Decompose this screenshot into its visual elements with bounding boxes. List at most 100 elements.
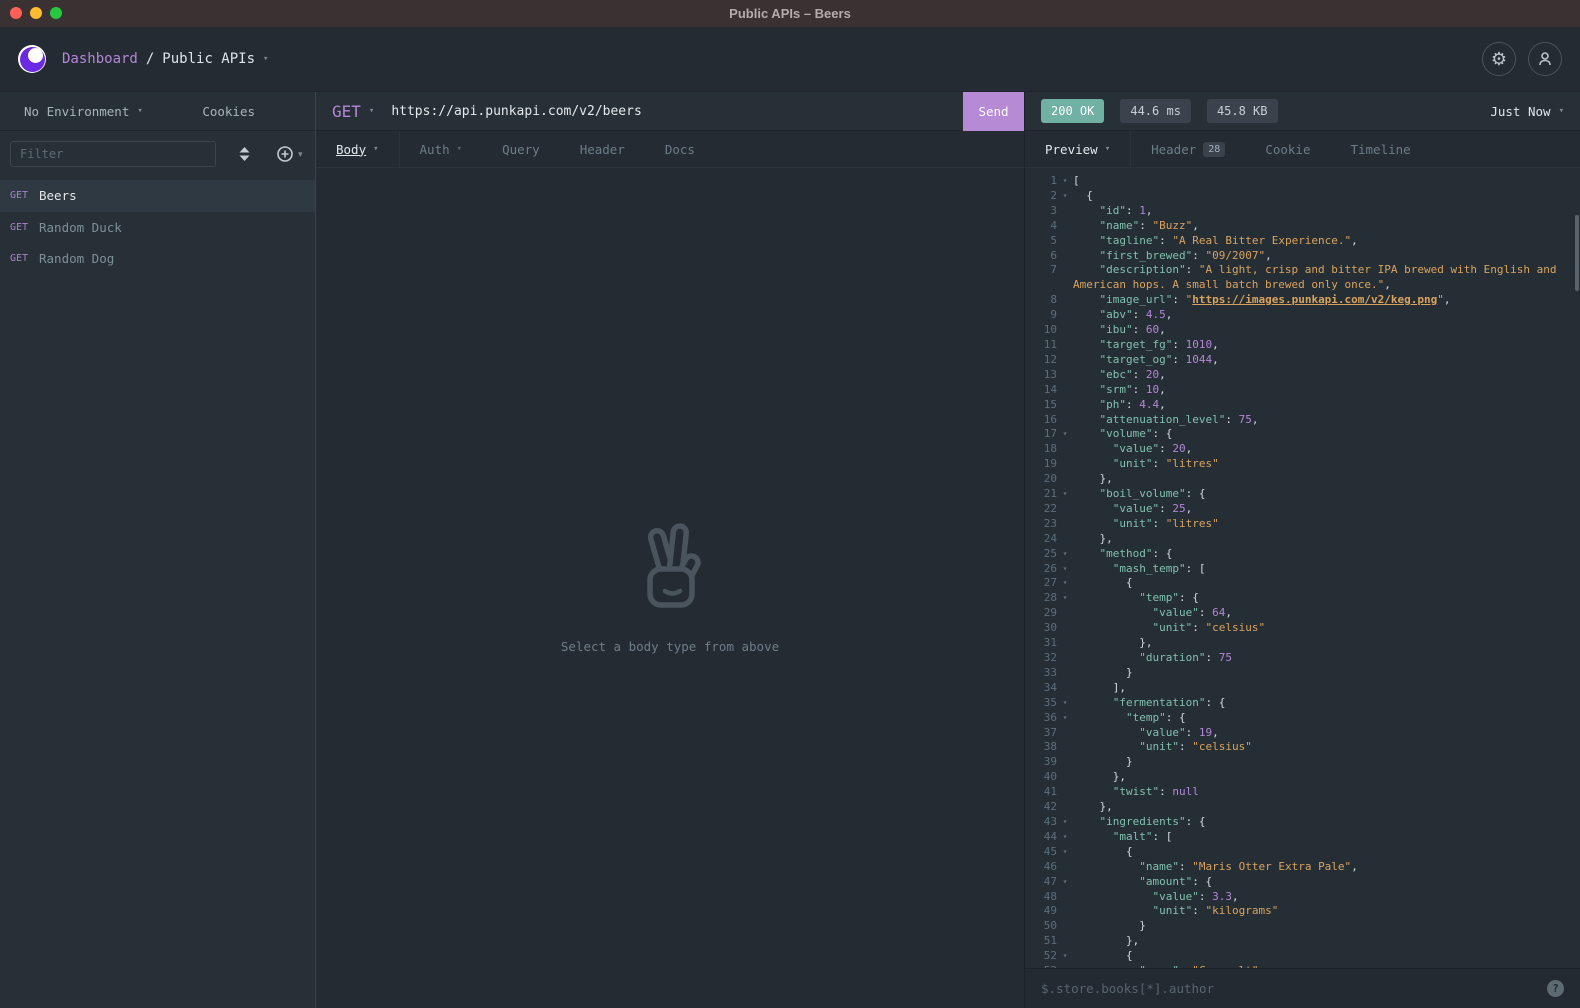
breadcrumb-workspace[interactable]: Public APIs <box>162 51 255 67</box>
add-request-button[interactable]: ▾ <box>277 146 303 162</box>
fold-spacer <box>1057 413 1073 428</box>
request-method-label: GET <box>10 190 39 201</box>
fold-toggle-icon[interactable]: ▾ <box>1057 562 1073 577</box>
tab-body[interactable]: Body▾ <box>316 131 400 167</box>
response-time-label: Just Now <box>1490 104 1550 119</box>
line-number: 46 <box>1025 860 1057 875</box>
json-token: , <box>1384 278 1391 291</box>
request-list-item[interactable]: GETBeers <box>0 180 315 212</box>
close-button[interactable] <box>10 7 22 19</box>
json-token: : { <box>1186 487 1206 500</box>
response-tab-preview[interactable]: Preview▾ <box>1025 131 1131 167</box>
code-line: 34 ], <box>1025 681 1580 696</box>
send-button[interactable]: Send <box>963 92 1024 131</box>
sidebar-filter-input[interactable] <box>10 141 216 167</box>
tab-auth[interactable]: Auth▾ <box>400 131 483 167</box>
line-number: 21 <box>1025 487 1057 502</box>
fold-toggle-icon[interactable]: ▾ <box>1057 815 1073 830</box>
json-token: "attenuation_level" <box>1100 413 1226 426</box>
json-token: : <box>1159 785 1172 798</box>
sort-button[interactable] <box>239 147 250 161</box>
zoom-button[interactable] <box>50 7 62 19</box>
gear-icon: ⚙ <box>1491 49 1507 70</box>
scrollbar-thumb[interactable] <box>1575 215 1579 291</box>
code-line: 13 "ebc": 20, <box>1025 368 1580 383</box>
fold-toggle-icon[interactable]: ▾ <box>1057 576 1073 591</box>
fold-spacer <box>1057 860 1073 875</box>
code-line: 9 "abv": 4.5, <box>1025 308 1580 323</box>
json-token: } <box>1126 666 1133 679</box>
request-list-item[interactable]: GETRandom Dog <box>0 243 315 275</box>
json-token: { <box>1126 845 1133 858</box>
fold-spacer <box>1057 770 1073 785</box>
json-token: , <box>1232 890 1239 903</box>
fold-toggle-icon[interactable]: ▾ <box>1057 189 1073 204</box>
breadcrumb-dashboard-link[interactable]: Dashboard <box>62 51 138 67</box>
json-token: "value" <box>1139 726 1185 739</box>
chevron-down-icon[interactable]: ▾ <box>263 54 268 64</box>
json-token: , <box>1159 323 1166 336</box>
account-button[interactable] <box>1528 42 1562 76</box>
fold-spacer <box>1057 606 1073 621</box>
json-token: : { <box>1186 815 1206 828</box>
code-line: 11 "target_fg": 1010, <box>1025 338 1580 353</box>
line-number: 29 <box>1025 606 1057 621</box>
tab-docs[interactable]: Docs <box>645 131 715 167</box>
json-token: , <box>1351 860 1358 873</box>
app-header: Dashboard / Public APIs ▾ ⚙ <box>0 27 1580 92</box>
fold-toggle-icon[interactable]: ▾ <box>1057 487 1073 502</box>
json-token: "unit" <box>1152 621 1192 634</box>
help-icon[interactable]: ? <box>1547 980 1564 997</box>
tab-query[interactable]: Query <box>482 131 560 167</box>
fold-toggle-icon[interactable]: ▾ <box>1057 845 1073 860</box>
response-tab-cookie[interactable]: Cookie <box>1245 131 1330 167</box>
json-token: , <box>1225 606 1232 619</box>
fold-spacer <box>1057 934 1073 949</box>
response-body-viewer[interactable]: 1▾[2▾ {3 "id": 1,4 "name": "Buzz",5 "tag… <box>1025 168 1580 968</box>
json-token: "duration" <box>1139 651 1205 664</box>
chevron-down-icon: ▾ <box>373 144 378 154</box>
response-history-dropdown[interactable]: Just Now ▾ <box>1490 104 1564 119</box>
json-token: "unit" <box>1152 904 1192 917</box>
line-number: 14 <box>1025 383 1057 398</box>
environment-dropdown[interactable]: No Environment ▾ <box>0 104 143 119</box>
code-text: "ph": 4.4, <box>1073 398 1580 413</box>
json-token: "A Real Bitter Experience." <box>1172 234 1351 247</box>
fold-toggle-icon[interactable]: ▾ <box>1057 696 1073 711</box>
response-filter-input[interactable]: $.store.books[*].author <box>1041 981 1547 996</box>
fold-toggle-icon[interactable]: ▾ <box>1057 949 1073 964</box>
line-number: 43 <box>1025 815 1057 830</box>
url-input[interactable]: https://api.punkapi.com/v2/beers <box>374 104 963 119</box>
response-url-link[interactable]: https://images.punkapi.com/v2/keg.png <box>1192 293 1437 306</box>
json-token: : [ <box>1153 830 1173 843</box>
json-token: : <box>1172 353 1185 366</box>
json-token: : <box>1139 219 1152 232</box>
cookies-button[interactable]: Cookies <box>202 104 255 119</box>
fold-toggle-icon[interactable]: ▾ <box>1057 427 1073 442</box>
fold-toggle-icon[interactable]: ▾ <box>1057 174 1073 189</box>
method-dropdown[interactable]: GET ▾ <box>316 102 374 121</box>
request-list-item[interactable]: GETRandom Duck <box>0 212 315 244</box>
settings-button[interactable]: ⚙ <box>1482 42 1516 76</box>
response-tab-header[interactable]: Header28 <box>1131 131 1245 167</box>
minimize-button[interactable] <box>30 7 42 19</box>
fold-spacer <box>1057 681 1073 696</box>
fold-toggle-icon[interactable]: ▾ <box>1057 830 1073 845</box>
fold-toggle-icon[interactable]: ▾ <box>1057 591 1073 606</box>
tab-header[interactable]: Header <box>560 131 645 167</box>
code-text: { <box>1073 845 1580 860</box>
fold-toggle-icon[interactable]: ▾ <box>1057 875 1073 890</box>
fold-spacer <box>1057 800 1073 815</box>
fold-toggle-icon[interactable]: ▾ <box>1057 547 1073 562</box>
json-token: : <box>1199 606 1212 619</box>
json-token: "srm" <box>1100 383 1133 396</box>
json-token: "value" <box>1152 890 1198 903</box>
fold-toggle-icon[interactable]: ▾ <box>1057 711 1073 726</box>
json-token: } <box>1126 755 1133 768</box>
json-token: "celsius" <box>1192 740 1252 753</box>
response-tab-timeline[interactable]: Timeline <box>1330 131 1430 167</box>
code-line: 41 "twist": null <box>1025 785 1580 800</box>
request-list: GETBeersGETRandom DuckGETRandom Dog <box>0 177 315 1008</box>
line-number: 20 <box>1025 472 1057 487</box>
code-text: "mash_temp": [ <box>1073 562 1580 577</box>
